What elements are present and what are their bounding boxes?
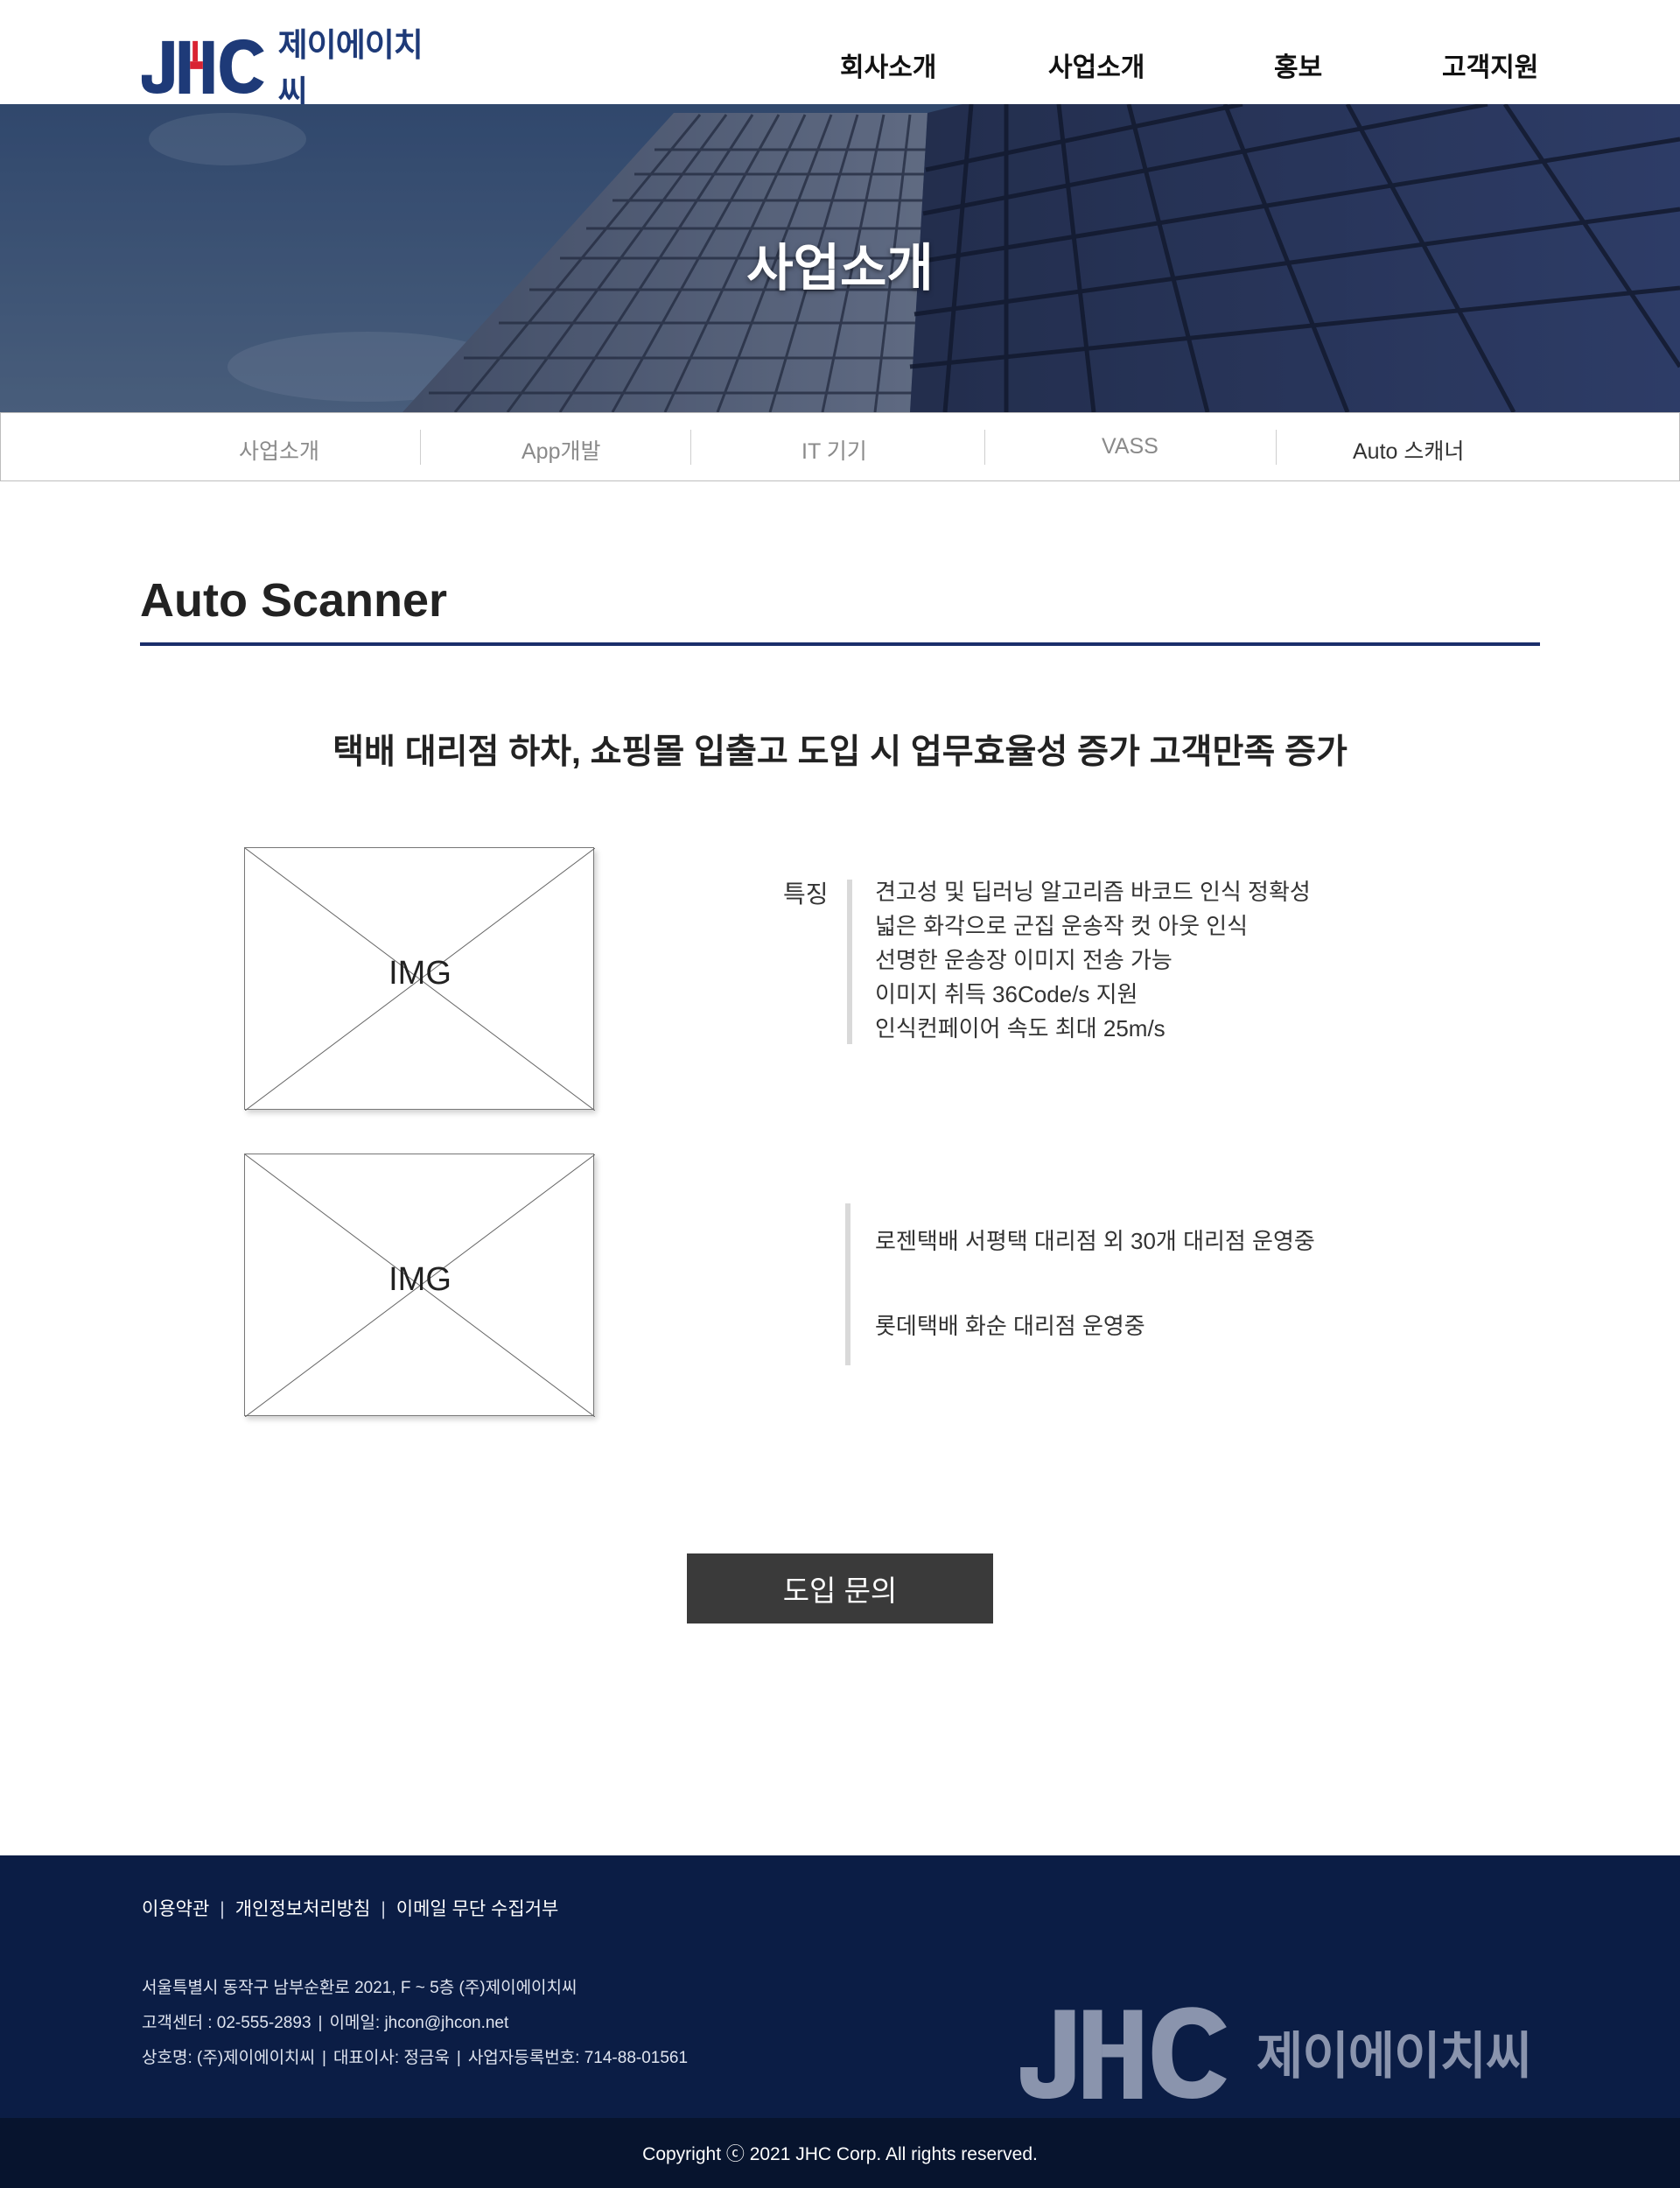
footer-biz-number: 사업자등록번호: 714-88-01561: [467, 2049, 689, 2067]
site-header: 제이에이치씨 회사소개 사업소개 홍보 고객지원: [0, 0, 1680, 110]
image-placeholder-label: IMG: [388, 955, 452, 992]
footer-links: 이용약관 | 개인정보처리방침 | 이메일 무단 수집거부: [142, 1895, 558, 1921]
feature-item: 견고성 및 딥러닝 알고리즘 바코드 인식 정확성: [875, 879, 1311, 905]
footer-link-divider: |: [381, 1899, 386, 1919]
references-divider-bar: [845, 1203, 850, 1365]
footer-info-divider: |: [322, 2049, 326, 2067]
nav-business[interactable]: 사업소개: [1048, 46, 1144, 84]
site-footer: 이용약관 | 개인정보처리방침 | 이메일 무단 수집거부 서울특별시 동작구 남부순환…: [0, 1855, 1680, 2118]
footer-link-divider: |: [220, 1899, 225, 1919]
section-title: Auto Scanner: [140, 574, 448, 627]
footer-email: 이메일: jhcon@jhcon.net: [329, 2014, 509, 2032]
footer-info-divider: |: [318, 2014, 323, 2032]
footer-company-info: 서울특별시 동작구 남부순환로 2021, F ~ 5층 (주)제이에이치씨 고…: [142, 1971, 688, 2076]
reference-item: 로젠택배 서평택 대리점 외 30개 대리점 운영중: [875, 1228, 1315, 1254]
features-label: 특징: [783, 880, 829, 908]
subnav-divider: [420, 430, 421, 465]
product-image-placeholder: IMG: [244, 847, 595, 1111]
nav-company[interactable]: 회사소개: [840, 46, 936, 84]
inquiry-button[interactable]: 도입 문의: [687, 1553, 993, 1623]
subnav-divider: [690, 430, 691, 465]
features-list: 견고성 및 딥러닝 알고리즘 바코드 인식 정확성 넓은 화각으로 군집 운송작…: [875, 875, 1311, 1046]
reference-item: 롯데택배 화순 대리점 운영중: [875, 1313, 1145, 1339]
footer-address: 서울특별시 동작구 남부순환로 2021, F ~ 5층 (주)제이에이치씨: [142, 1979, 578, 1997]
jhc-logo-mark: [1020, 2007, 1227, 2099]
copyright-bar: Copyright ⓒ 2021 JHC Corp. All rights re…: [0, 2118, 1680, 2188]
subnav-divider: [984, 430, 985, 465]
feature-item: 선명한 운송장 이미지 전송 가능: [875, 947, 1172, 973]
nav-pr[interactable]: 홍보: [1274, 46, 1322, 84]
hero-banner: 사업소개: [0, 104, 1680, 412]
subnav-vass[interactable]: VASS: [1102, 434, 1158, 459]
footer-ceo: 대표이사: 정금욱: [332, 2049, 450, 2067]
footer-link-email-refusal[interactable]: 이메일 무단 수집거부: [396, 1899, 559, 1919]
image-placeholder-label: IMG: [388, 1261, 452, 1298]
feature-item: 인식컨페이어 속도 최대 25m/s: [875, 1015, 1166, 1041]
footer-link-privacy[interactable]: 개인정보처리방침: [235, 1899, 371, 1919]
footer-info-divider: |: [456, 2049, 461, 2067]
subnav-it-device[interactable]: IT 기기: [802, 434, 867, 466]
sub-nav: 사업소개 App개발 IT 기기 VASS Auto 스캐너: [0, 412, 1680, 481]
feature-item: 넓은 화각으로 군집 운송작 컷 아웃 인식: [875, 913, 1249, 939]
hero-title: 사업소개: [746, 240, 934, 297]
product-headline: 택배 대리점 하차, 쇼핑몰 입출고 도입 시 업무효율성 증가 고객만족 증가: [332, 733, 1348, 771]
nav-support[interactable]: 고객지원: [1442, 46, 1538, 84]
footer-company-name: 상호명: (주)제이에이치씨: [142, 2049, 316, 2067]
footer-registration-line: 상호명: (주)제이에이치씨 | 대표이사: 정금욱 | 사업자등록번호: 714-88…: [142, 2041, 688, 2076]
section-title-underline: [140, 642, 1540, 646]
global-nav: 회사소개 사업소개 홍보 고객지원: [0, 46, 1680, 84]
footer-contact-line: 고객센터 : 02-555-2893 | 이메일: jhcon@jhcon.net: [142, 2006, 688, 2041]
footer-phone: 고객센터 : 02-555-2893: [142, 2014, 312, 2032]
subnav-auto-scanner[interactable]: Auto 스캐너: [1353, 434, 1464, 466]
reference-image-placeholder: IMG: [244, 1154, 595, 1417]
footer-link-terms[interactable]: 이용약관: [142, 1899, 209, 1919]
footer-logo: 제이에이치씨: [1013, 2002, 1547, 2100]
subnav-business[interactable]: 사업소개: [239, 434, 319, 466]
feature-item: 이미지 취득 36Code/s 지원: [875, 981, 1138, 1007]
footer-logo-text: 제이에이치씨: [1256, 2028, 1532, 2085]
subnav-divider: [1276, 430, 1277, 465]
features-divider-bar: [847, 880, 852, 1044]
subnav-app[interactable]: App개발: [522, 434, 600, 466]
